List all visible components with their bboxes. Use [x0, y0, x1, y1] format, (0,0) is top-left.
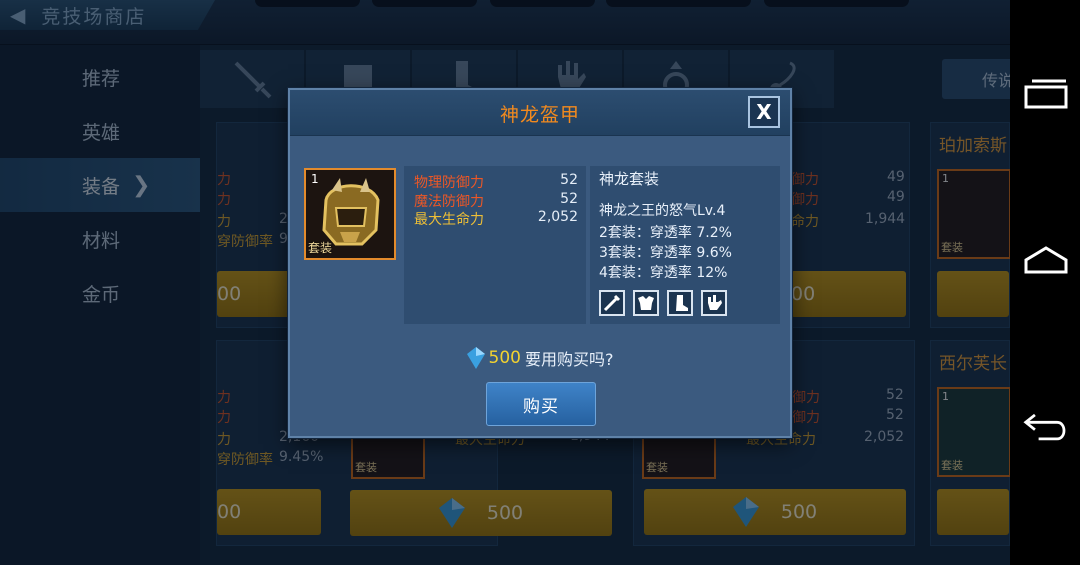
stat-row: 物理防御力 52: [414, 172, 578, 192]
glove-piece-icon[interactable]: [701, 290, 727, 316]
close-icon: X: [756, 100, 772, 124]
buy-button[interactable]: 购买: [486, 382, 596, 426]
price-amount: 500: [488, 348, 521, 368]
set-name: 神龙套装: [599, 170, 660, 188]
home-icon: [1024, 246, 1068, 274]
confirm-question: 要用购买吗?: [524, 350, 614, 369]
back-nav-button[interactable]: [1022, 406, 1070, 446]
purchase-confirm-text: 500 要用购买吗?: [290, 346, 790, 370]
item-icon: 1 套装: [304, 168, 396, 260]
close-button[interactable]: X: [748, 96, 780, 128]
set-bonus-line: 3套装：穿透率 9.6%: [599, 245, 732, 261]
set-bonus-line: 2套装：穿透率 7.2%: [599, 225, 732, 241]
item-level: 1: [311, 172, 319, 186]
stat-value: 52: [560, 191, 578, 207]
armor-piece-icon[interactable]: [633, 290, 659, 316]
recent-apps-icon: [1024, 79, 1068, 109]
back-nav-icon: [1023, 413, 1066, 441]
stat-label: 魔法防御力: [414, 194, 484, 210]
recent-apps-button[interactable]: [1022, 74, 1070, 114]
dialog-header: 神龙盔甲 X: [290, 90, 790, 136]
set-bonus-panel: 神龙套装 神龙之王的怒气Lv.4 2套装：穿透率 7.2% 3套装：穿透率 9.…: [590, 166, 780, 324]
gem-icon: [466, 347, 485, 369]
set-piece-icons: [599, 290, 727, 316]
system-navigation-bar: [1010, 0, 1080, 565]
set-tag: 套装: [308, 241, 333, 255]
buy-button-label: 购买: [523, 396, 559, 417]
set-bonus-line: 4套装：穿透率 12%: [599, 265, 728, 281]
stat-row: 最大生命力 2,052: [414, 209, 578, 229]
set-skill: 神龙之王的怒气Lv.4: [599, 203, 726, 219]
stat-label: 物理防御力: [414, 175, 484, 191]
stat-label: 最大生命力: [414, 212, 484, 228]
stat-value: 2,052: [537, 209, 578, 225]
stat-row: 魔法防御力 52: [414, 191, 578, 211]
sword-piece-icon[interactable]: [599, 290, 625, 316]
item-stats-panel: 物理防御力 52 魔法防御力 52 最大生命力 2,052: [404, 166, 586, 324]
boots-piece-icon[interactable]: [667, 290, 693, 316]
dialog-title: 神龙盔甲: [499, 104, 580, 126]
stat-value: 52: [560, 172, 578, 188]
home-button[interactable]: [1022, 240, 1070, 280]
purchase-dialog: 神龙盔甲 X 1 套装 物理防御力 52 魔法防御力 52 最大生命力 2,05…: [288, 88, 792, 438]
